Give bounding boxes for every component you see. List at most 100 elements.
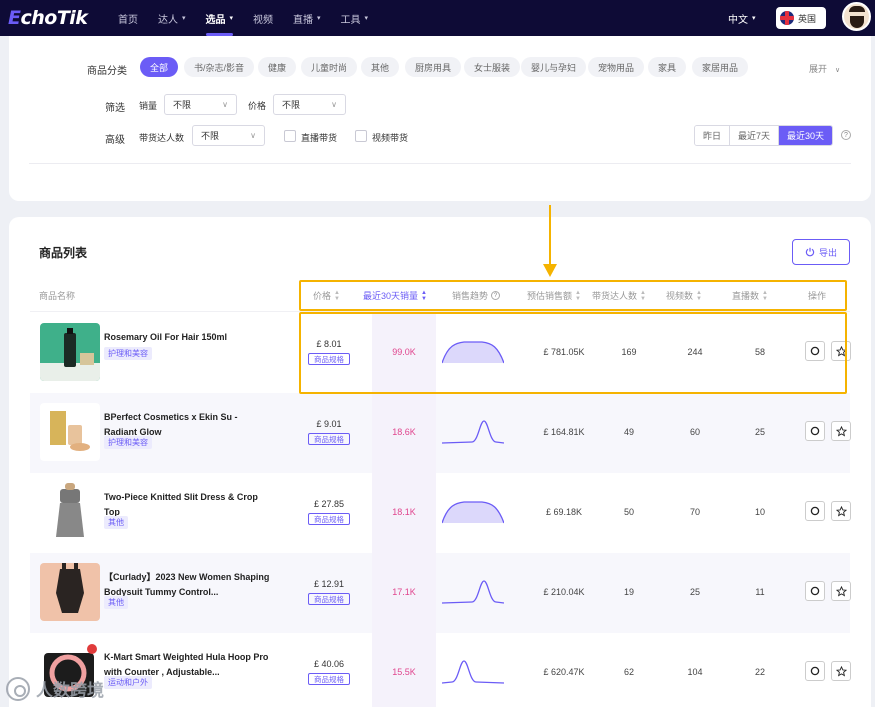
- nav-item-creators[interactable]: 达人 ▾: [148, 0, 196, 36]
- chevron-down-icon: ∨: [835, 67, 841, 74]
- filter-panel: 商品分类 全部 书/杂志/影音 健康 儿童时尚 其他 厨房用具 女士服装 婴儿与…: [9, 36, 871, 201]
- nav-item-videos[interactable]: 视频: [243, 0, 283, 36]
- watermark: 人数跨境: [6, 676, 104, 701]
- user-avatar[interactable]: [842, 2, 871, 31]
- category-books[interactable]: 书/杂志/影音: [184, 57, 255, 77]
- highlight-header-box: [299, 280, 847, 311]
- language-selector[interactable]: 中文 ▾: [728, 0, 756, 36]
- creators-filter-label: 带货达人数: [139, 133, 185, 143]
- echotik-logo[interactable]: EchoTik: [8, 7, 108, 29]
- table-row: BPerfect Cosmetics x Ekin Su - Radiant G…: [30, 393, 851, 473]
- product-sales-30d: 15.5K: [392, 667, 416, 677]
- period-30-days[interactable]: 最近30天: [779, 126, 833, 145]
- product-spec-button[interactable]: 商品规格: [308, 433, 350, 445]
- view-detail-button[interactable]: [805, 661, 825, 681]
- product-creators-count: 19: [623, 587, 634, 597]
- product-image[interactable]: [40, 323, 100, 381]
- category-health[interactable]: 健康: [258, 57, 297, 77]
- period-7-days[interactable]: 最近7天: [730, 126, 780, 145]
- view-detail-button[interactable]: [805, 501, 825, 521]
- product-name[interactable]: Two-Piece Knitted Slit Dress & Crop Top: [104, 490, 272, 520]
- chevron-down-icon: ▾: [364, 15, 369, 22]
- live-selling-checkbox[interactable]: [284, 130, 296, 142]
- divider: [29, 163, 851, 164]
- circle-icon: [810, 586, 820, 596]
- product-category-tag: 运动和户外: [104, 676, 152, 689]
- live-selling-label: 直播带货: [301, 133, 338, 143]
- category-kitchen[interactable]: 厨房用具: [405, 57, 462, 77]
- product-revenue: £ 210.04K: [543, 587, 585, 597]
- nav-item-products[interactable]: 选品 ▾: [196, 0, 244, 36]
- annotation-arrow: [549, 205, 551, 267]
- view-detail-button[interactable]: [805, 581, 825, 601]
- chevron-down-icon: ∨: [222, 100, 228, 109]
- circle-icon: [810, 666, 820, 676]
- region-selector[interactable]: 英国: [776, 7, 826, 29]
- favorite-button[interactable]: [831, 421, 851, 441]
- product-spec-button[interactable]: 商品规格: [308, 513, 350, 525]
- product-revenue: £ 620.47K: [543, 667, 585, 677]
- power-icon: [805, 247, 815, 257]
- circle-icon: [810, 506, 820, 516]
- star-icon: [835, 425, 847, 436]
- product-lives-count: 10: [754, 507, 765, 517]
- nav-item-live[interactable]: 直播 ▾: [283, 0, 331, 36]
- sales-filter-select[interactable]: 不限 ∨: [164, 94, 237, 115]
- expand-categories-button[interactable]: 展开 ∨: [809, 62, 840, 75]
- product-spec-button[interactable]: 商品规格: [308, 673, 350, 685]
- category-womens-clothing[interactable]: 女士服装: [464, 57, 521, 77]
- category-label: 商品分类: [87, 66, 127, 77]
- product-name[interactable]: 【Curlady】2023 New Women Shaping Bodysuit…: [104, 570, 272, 600]
- sales-trend-sparkline: [442, 501, 504, 524]
- product-videos-count: 70: [689, 507, 700, 517]
- category-all[interactable]: 全部: [140, 57, 179, 77]
- star-icon: [835, 585, 847, 596]
- sales-filter-label: 销量: [139, 101, 158, 111]
- price-filter-select[interactable]: 不限 ∨: [273, 94, 346, 115]
- product-category-tag: 护理和美容: [104, 436, 152, 449]
- product-spec-button[interactable]: 商品规格: [308, 593, 350, 605]
- view-detail-button[interactable]: [805, 421, 825, 441]
- favorite-button[interactable]: [831, 581, 851, 601]
- product-lives-count: 25: [754, 427, 765, 437]
- product-videos-count: 104: [687, 667, 703, 677]
- nav-item-home[interactable]: 首页: [108, 0, 148, 36]
- product-category-tag: 其他: [104, 596, 128, 609]
- product-revenue: £ 164.81K: [543, 427, 585, 437]
- favorite-button[interactable]: [831, 661, 851, 681]
- category-furniture[interactable]: 家具: [648, 57, 687, 77]
- product-price: £ 12.91: [313, 579, 345, 589]
- product-category-tag: 其他: [104, 516, 128, 529]
- product-sales-30d: 17.1K: [392, 587, 416, 597]
- product-price: £ 27.85: [313, 499, 345, 509]
- product-videos-count: 25: [689, 587, 700, 597]
- video-selling-checkbox[interactable]: [355, 130, 367, 142]
- product-price: £ 9.01: [316, 419, 342, 429]
- chevron-down-icon: ▾: [182, 15, 186, 22]
- period-yesterday[interactable]: 昨日: [695, 126, 731, 145]
- category-kids-fashion[interactable]: 儿童时尚: [301, 57, 358, 77]
- product-name[interactable]: Rosemary Oil For Hair 150ml: [104, 330, 272, 345]
- category-pet-supplies[interactable]: 宠物用品: [588, 57, 645, 77]
- product-image[interactable]: [40, 483, 100, 541]
- product-price: £ 40.06: [313, 659, 345, 669]
- sales-trend-sparkline: [442, 660, 504, 684]
- table-row: 【Curlady】2023 New Women Shaping Bodysuit…: [30, 553, 851, 633]
- product-creators-count: 50: [623, 507, 634, 517]
- favorite-button[interactable]: [831, 501, 851, 521]
- product-creators-count: 62: [623, 667, 634, 677]
- product-image[interactable]: [40, 563, 100, 621]
- sales-trend-sparkline: [442, 420, 504, 444]
- chevron-down-icon: ▾: [752, 15, 756, 22]
- period-segmented-control: 昨日 最近7天 最近30天: [694, 125, 834, 146]
- category-home-supplies[interactable]: 家居用品: [692, 57, 749, 77]
- export-button[interactable]: 导出: [792, 239, 850, 265]
- table-row: K-Mart Smart Weighted Hula Hoop Pro with…: [30, 633, 851, 707]
- nav-item-tools[interactable]: 工具 ▾: [331, 0, 379, 36]
- sales-trend-sparkline: [442, 580, 504, 604]
- category-baby-maternity[interactable]: 婴儿与孕妇: [521, 57, 587, 77]
- category-other[interactable]: 其他: [361, 57, 400, 77]
- help-icon[interactable]: ?: [841, 130, 851, 140]
- product-image[interactable]: [40, 403, 100, 461]
- creators-filter-select[interactable]: 不限 ∨: [192, 125, 265, 146]
